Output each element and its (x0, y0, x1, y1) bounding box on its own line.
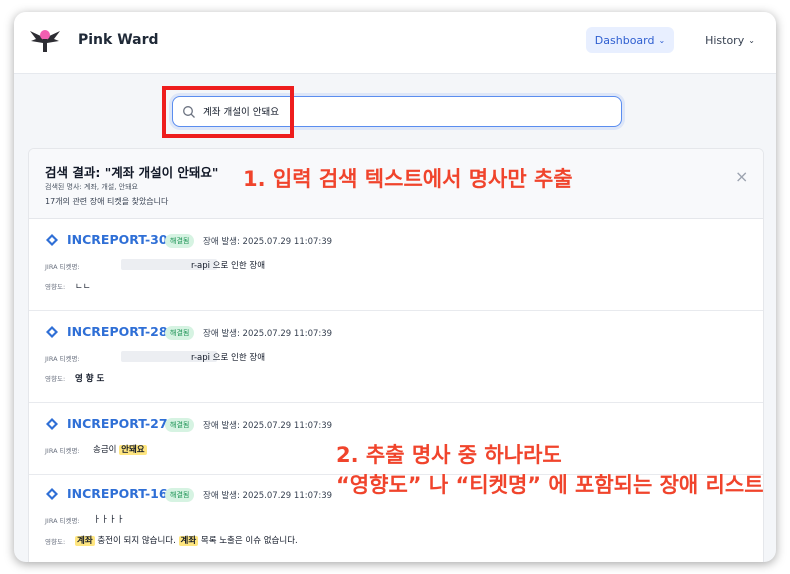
impact-value: 영 향 도 (75, 374, 105, 384)
jira-icon (46, 234, 58, 246)
annotation-highlight-box (162, 86, 294, 138)
ticket-name-value: 송금이 안돼요 (93, 443, 147, 455)
pink-ward-logo-icon (30, 30, 60, 52)
results-header: 검색 결과: "계좌 개설이 안돼요" 검색된 명사: 계좌, 개설, 안돼요 … (29, 149, 763, 219)
status-badge: 해결됨 (165, 326, 195, 340)
ticket-name-value: r-api 으로 인한 장애 (191, 353, 266, 363)
impact-value: ㄴㄴ (75, 282, 91, 292)
occurred-time: 장애 발생: 2025.07.29 11:07:39 (203, 329, 333, 339)
annotation-step2-line2: “영향도” 나 “티켓명” 에 포함되는 장애 리스트 (336, 473, 764, 497)
nav-dashboard-dropdown[interactable]: Dashboard ⌄ (586, 27, 674, 53)
status-badge: 해결됨 (165, 234, 195, 248)
result-item[interactable]: INCREPORT-303 해결됨 장애 발생: 2025.07.29 11:0… (29, 219, 763, 311)
ticket-id-link[interactable]: INCREPORT-303 (67, 232, 176, 247)
occurred-time: 장애 발생: 2025.07.29 11:07:39 (203, 421, 333, 431)
result-item[interactable]: INCREPORT-284 해결됨 장애 발생: 2025.07.29 11:0… (29, 311, 763, 403)
matched-noun-highlight: 안돼요 (119, 445, 147, 455)
status-badge: 해결됨 (165, 488, 195, 502)
chevron-down-icon: ⌄ (658, 35, 666, 45)
nav-history-dropdown[interactable]: History ⌄ (698, 27, 762, 53)
impact-label: 영향도: (45, 375, 66, 383)
ticket-name-value: r-api 으로 인한 장애 (191, 261, 266, 271)
annotation-step1: 1. 입력 검색 텍스트에서 명사만 추출 (243, 167, 573, 191)
ticket-name-label: JIRA 티켓명: (45, 355, 80, 363)
results-title: 검색 결과: "계좌 개설이 안돼요" (45, 165, 219, 180)
impact-text: 충전이 되지 않습니다. (97, 536, 176, 546)
impact-value: 계좌 충전이 되지 않습니다. 계좌 목록 노출은 이슈 없습니다. (75, 534, 298, 546)
top-navigation-bar: Pink Ward Dashboard ⌄ History ⌄ (14, 12, 776, 74)
jira-icon (46, 326, 58, 338)
annotation-step2-line1: 2. 추출 명사 중 하나라도 (336, 443, 562, 467)
impact-label: 영향도: (45, 283, 66, 291)
ticket-name-value: ㅏㅏㅏㅏ (93, 515, 125, 525)
close-icon[interactable]: × (735, 167, 748, 186)
impact-text: 목록 노출은 이슈 없습니다. (200, 536, 298, 546)
brand-name: Pink Ward (78, 32, 159, 48)
results-count: 17개의 관련 장애 티켓을 찾았습니다 (45, 197, 169, 206)
matched-noun-highlight: 계좌 (75, 536, 95, 546)
ticket-id-link[interactable]: INCREPORT-284 (67, 324, 176, 339)
nav-dashboard-label: Dashboard (594, 33, 655, 47)
status-badge: 해결됨 (165, 418, 195, 432)
jira-icon (46, 418, 58, 430)
jira-icon (46, 488, 58, 500)
ticket-name-label: JIRA 티켓명: (45, 263, 80, 271)
occurred-time: 장애 발생: 2025.07.29 11:07:39 (203, 237, 333, 247)
ticket-id-link[interactable]: INCREPORT-277 (67, 416, 176, 431)
ticket-name-label: JIRA 티켓명: (45, 447, 80, 455)
ticket-name-label: JIRA 티켓명: (45, 517, 80, 525)
ticket-name-text: 송금이 (93, 445, 117, 455)
occurred-time: 장애 발생: 2025.07.29 11:07:39 (203, 491, 333, 501)
annotation-step2: 2. 추출 명사 중 하나라도 “영향도” 나 “티켓명” 에 포함되는 장애 … (336, 440, 764, 500)
extracted-nouns: 검색된 명사: 계좌, 개설, 안돼요 (45, 183, 138, 191)
ticket-id-link[interactable]: INCREPORT-162 (67, 486, 176, 501)
impact-label: 영향도: (45, 538, 66, 546)
matched-noun-highlight: 계좌 (178, 536, 199, 546)
nav-history-label: History (705, 33, 745, 47)
chevron-down-icon: ⌄ (748, 35, 755, 45)
